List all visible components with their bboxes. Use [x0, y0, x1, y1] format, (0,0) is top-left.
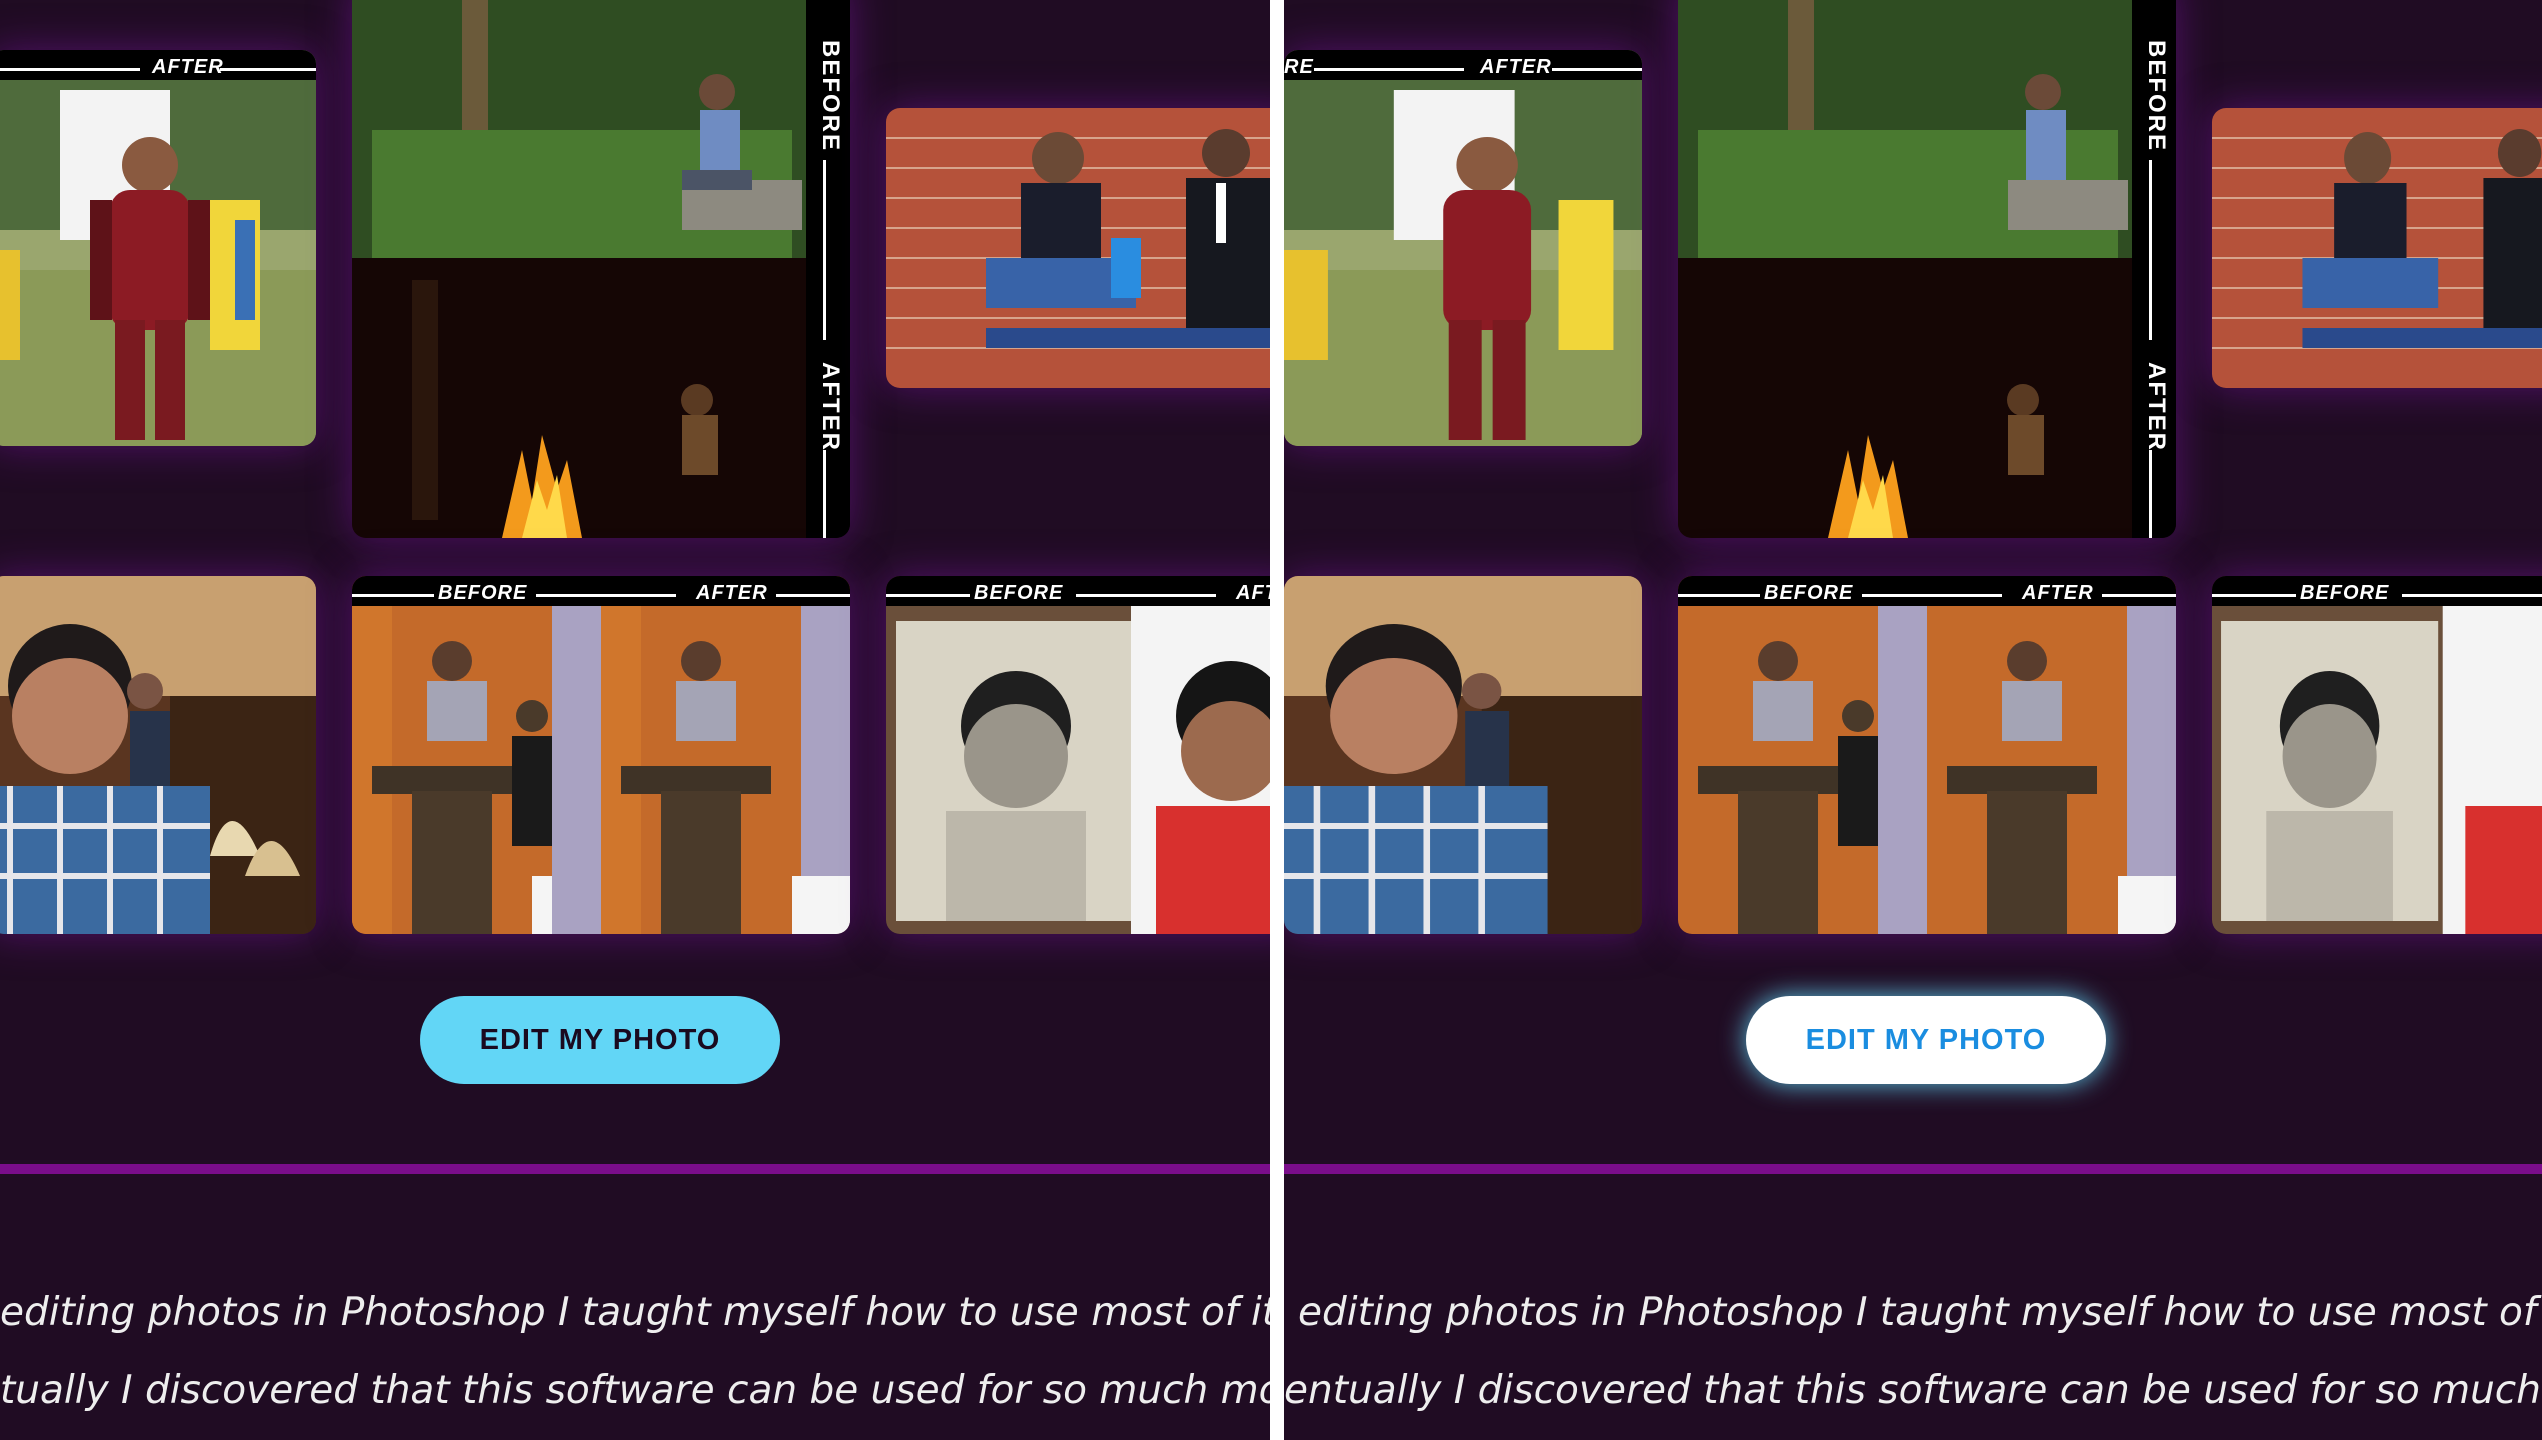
before-label: BEFORE — [2300, 582, 2390, 604]
gallery-card-restoration[interactable]: BEFORE AFT — [886, 576, 1270, 934]
after-label: AFTER — [152, 56, 224, 78]
marquee-line-1: editing photos in Photoshop I taught mys… — [0, 1290, 1270, 1335]
gallery-card-podium[interactable]: BEFORE AFTER — [1678, 576, 2176, 934]
after-label: AFTER — [696, 582, 768, 604]
before-label: BEFORE — [2143, 40, 2170, 153]
photo-restaurant-portrait — [0, 576, 316, 934]
gallery-card-deadpool[interactable]: AFTER — [0, 50, 316, 446]
left-panel: AFTER BEFORE AFTER BEFORE AFTER BEFORE A… — [0, 0, 1270, 1440]
after-label-partial: AFT — [1236, 582, 1270, 604]
photo-forest-campfire — [1678, 0, 2176, 538]
right-panel: RE AFTER BEFORE AFTER BEFORE AFTER BEFOR… — [1284, 0, 2542, 1440]
gallery-card-forest[interactable]: BEFORE AFTER — [1678, 0, 2176, 538]
after-label: AFTER — [817, 362, 844, 452]
photo-brick-wall-bench — [886, 108, 1270, 388]
edit-my-photo-button[interactable]: EDIT MY PHOTO — [420, 996, 780, 1084]
marquee-line-2: entually I discovered that this software… — [1284, 1368, 2542, 1413]
gallery-card-bench[interactable] — [2212, 108, 2542, 388]
section-divider — [0, 1164, 1270, 1174]
before-label: BEFORE — [817, 40, 844, 153]
photo-podium-speaker — [1678, 576, 2176, 934]
after-label: AFTER — [2022, 582, 2094, 604]
before-label-partial: RE — [1284, 56, 1314, 78]
gallery-card-forest[interactable]: BEFORE AFTER — [352, 0, 850, 538]
marquee-line-1: editing photos in Photoshop I taught mys… — [1298, 1290, 2542, 1335]
gallery-card-portrait[interactable] — [0, 576, 316, 934]
after-label: AFTER — [2143, 362, 2170, 452]
gallery-card-portrait[interactable] — [1284, 576, 1642, 934]
after-label: AFTER — [1480, 56, 1552, 78]
gallery-card-podium[interactable]: BEFORE AFTER — [352, 576, 850, 934]
edit-my-photo-button-hover[interactable]: EDIT MY PHOTO — [1746, 996, 2106, 1084]
before-label: BEFORE — [1764, 582, 1854, 604]
photo-deadpool — [1284, 50, 1642, 446]
photo-vintage-restoration — [886, 576, 1270, 934]
photo-forest-campfire — [352, 0, 850, 538]
photo-brick-wall-bench — [2212, 108, 2542, 388]
split-divider — [1270, 0, 1284, 1440]
photo-deadpool — [0, 50, 316, 446]
before-label: BEFORE — [974, 582, 1064, 604]
before-label: BEFORE — [438, 582, 528, 604]
photo-podium-speaker — [352, 576, 850, 934]
gallery-card-deadpool[interactable]: RE AFTER — [1284, 50, 1642, 446]
section-divider — [1284, 1164, 2542, 1174]
marquee-line-2: tually I discovered that this software c… — [0, 1368, 1270, 1413]
gallery-card-bench[interactable] — [886, 108, 1270, 388]
photo-restaurant-portrait — [1284, 576, 1642, 934]
photo-vintage-restoration — [2212, 576, 2542, 934]
gallery-card-restoration[interactable]: BEFORE — [2212, 576, 2542, 934]
